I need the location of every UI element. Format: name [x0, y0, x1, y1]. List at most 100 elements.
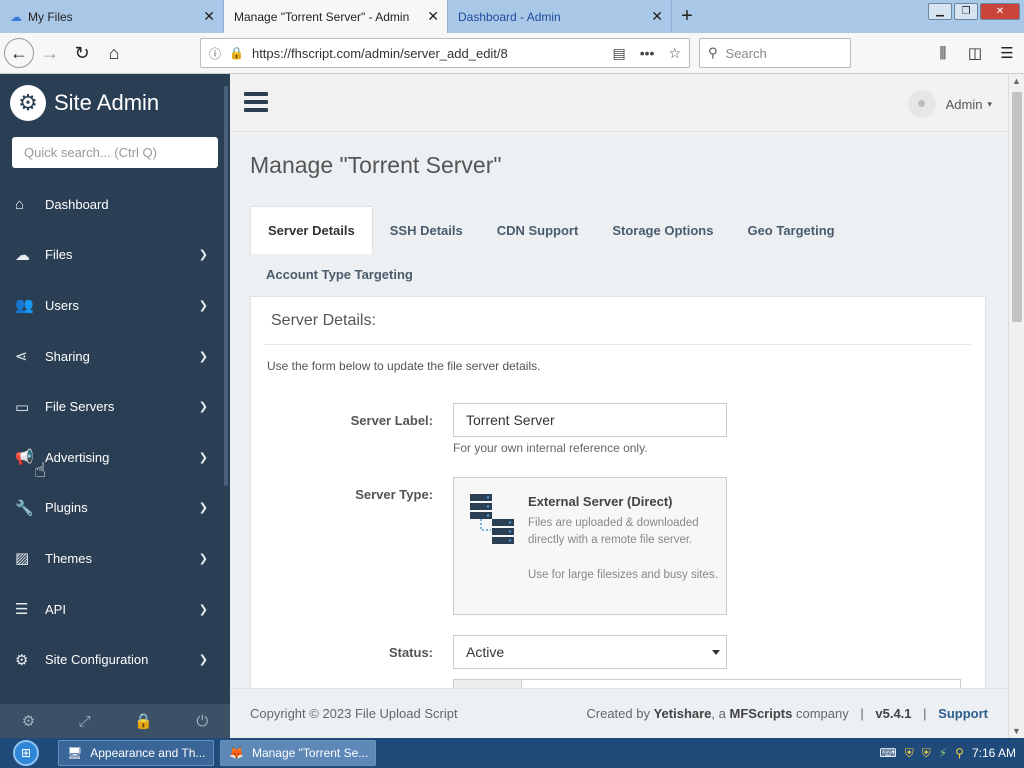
- tab-label: My Files: [28, 9, 73, 24]
- sidebar-scrollbar[interactable]: [224, 86, 228, 486]
- search-placeholder: Search: [725, 45, 767, 61]
- sidebar-item-label: API: [45, 601, 66, 617]
- lock-icon[interactable]: 🔒: [134, 712, 153, 730]
- browser-tab-my-files[interactable]: ☁ My Files ✕: [0, 0, 224, 33]
- sidebar-item-label: Sharing: [45, 348, 90, 364]
- browser-toolbar-right: ⫼ ◫ ☰: [932, 38, 1018, 68]
- window-close-icon[interactable]: ✕: [980, 3, 1020, 20]
- server-type-desc: Files are uploaded & downloaded directly…: [528, 517, 699, 546]
- tab-storage-options[interactable]: Storage Options: [595, 206, 730, 254]
- sidebar-item-site-configuration[interactable]: ⚙ Site Configuration ❯: [0, 634, 230, 685]
- os-taskbar: ⊞ 🖥 Appearance and Th... 🦊 Manage "Torre…: [0, 738, 1024, 768]
- search-icon[interactable]: ⚲: [955, 746, 964, 760]
- reader-view-icon[interactable]: ▤: [612, 45, 625, 62]
- tab-cdn-support[interactable]: CDN Support: [480, 206, 596, 254]
- brand[interactable]: ⚙ Site Admin: [0, 74, 230, 132]
- company-link[interactable]: MFScripts: [730, 706, 793, 721]
- clock: 7:16 AM: [971, 746, 1016, 760]
- forward-arrow-icon[interactable]: →: [34, 37, 66, 69]
- status-select[interactable]: Active: [453, 635, 727, 669]
- settings-gear-icon[interactable]: ⚙: [22, 712, 35, 730]
- sidebar-item-label: File Servers: [45, 399, 115, 415]
- quick-search-input[interactable]: Quick search... (Ctrl Q): [12, 137, 218, 168]
- brand-link[interactable]: Yetishare: [654, 706, 712, 721]
- browser-tab-manage-server[interactable]: Manage "Torrent Server" - Admin ✕: [224, 0, 448, 33]
- restore-icon[interactable]: ❐: [954, 3, 978, 20]
- chevron-down-icon: ❯: [198, 552, 208, 565]
- back-arrow-icon[interactable]: ←: [4, 38, 34, 68]
- shield-alert-icon[interactable]: ⛨: [922, 746, 931, 761]
- close-icon[interactable]: ✕: [651, 8, 663, 25]
- wrench-icon: 🔧: [15, 499, 34, 517]
- close-icon[interactable]: ✕: [427, 8, 439, 25]
- bookmark-star-icon[interactable]: ☆: [668, 45, 681, 62]
- chevron-down-icon: ❯: [198, 451, 208, 464]
- sidebar-item-plugins[interactable]: 🔧 Plugins ❯: [0, 483, 230, 534]
- share-icon: ⋖: [15, 348, 28, 366]
- chevron-down-icon: ❯: [198, 654, 208, 667]
- scroll-up-icon[interactable]: ▲: [1012, 76, 1021, 86]
- created-by: Created by: [586, 706, 650, 721]
- separator: |: [923, 706, 927, 721]
- server-label-input[interactable]: Torrent Server: [453, 403, 727, 437]
- sidebar-item-sharing[interactable]: ⋖ Sharing ❯: [0, 331, 230, 382]
- library-icon[interactable]: ⫼: [932, 38, 954, 68]
- sidebar-item-themes[interactable]: ▨ Themes ❯: [0, 533, 230, 584]
- mouse-cursor-icon: ☝: [34, 460, 47, 482]
- support-link[interactable]: Support: [938, 706, 988, 721]
- menu-toggle-icon[interactable]: [244, 92, 268, 112]
- sidebar-item-users[interactable]: 👥 Users ❯: [0, 280, 230, 331]
- sidebar-item-label: Advertising: [45, 449, 110, 465]
- start-button[interactable]: ⊞: [0, 738, 52, 768]
- url-text: https://fhscript.com/admin/server_add_ed…: [251, 45, 508, 61]
- sidebar-footer: ⚙ ⤢ 🔒 ⏻: [0, 704, 230, 738]
- network-icon[interactable]: ⚡: [939, 746, 947, 760]
- sidebar-item-file-servers[interactable]: ▭ File Servers ❯: [0, 381, 230, 432]
- tab-ssh-details[interactable]: SSH Details: [373, 206, 480, 254]
- user-menu[interactable]: ● Admin ▾: [907, 90, 992, 118]
- more-actions-icon[interactable]: •••: [640, 45, 655, 62]
- scroll-thumb[interactable]: [1012, 92, 1022, 322]
- tab-server-details[interactable]: Server Details: [250, 206, 373, 254]
- sidebar-toggle-icon[interactable]: ◫: [964, 38, 986, 68]
- database-icon: ☰: [15, 601, 29, 619]
- home-icon: ⌂: [15, 195, 25, 213]
- sidebar-item-label: Dashboard: [45, 196, 109, 212]
- tab-nav: Server Details SSH Details CDN Support S…: [250, 206, 986, 294]
- copyright: Copyright © 2023 File Upload Script: [250, 706, 458, 721]
- info-icon[interactable]: ⓘ: [209, 45, 221, 62]
- server-stack-icon: [470, 494, 514, 544]
- scroll-down-icon[interactable]: ▼: [1012, 726, 1021, 736]
- system-tray: ⌨ ⛨ ⛨ ⚡ ⚲ 7:16 AM: [879, 738, 1016, 768]
- minimize-icon[interactable]: ▁: [928, 3, 952, 20]
- taskbar-item-browser[interactable]: 🦊 Manage "Torrent Se...: [220, 740, 376, 766]
- sidebar-item-label: Users: [45, 297, 79, 313]
- server-type-title: External Server (Direct): [528, 494, 673, 509]
- tab-account-type-targeting[interactable]: Account Type Targeting: [250, 254, 986, 294]
- home-icon[interactable]: ⌂: [98, 37, 130, 69]
- shield-icon[interactable]: ⛨: [905, 746, 914, 761]
- browser-tab-bar: ☁ My Files ✕ Manage "Torrent Server" - A…: [0, 0, 1024, 33]
- browser-search-input[interactable]: ⚲ Search: [699, 38, 851, 68]
- fullscreen-icon[interactable]: ⤢: [79, 713, 91, 730]
- server-type-desc-2: Use for large filesizes and busy sites.: [528, 569, 718, 581]
- tab-geo-targeting[interactable]: Geo Targeting: [730, 206, 851, 254]
- hamburger-menu-icon[interactable]: ☰: [996, 38, 1018, 68]
- keyboard-icon[interactable]: ⌨: [879, 746, 896, 760]
- sidebar-item-api[interactable]: ☰ API ❯: [0, 584, 230, 635]
- page-scrollbar[interactable]: ▲ ▼: [1008, 74, 1024, 738]
- server-type-option-external-direct[interactable]: External Server (Direct) Files are uploa…: [453, 477, 727, 615]
- sidebar-item-dashboard[interactable]: ⌂ Dashboard: [0, 179, 230, 230]
- power-icon[interactable]: ⏻: [196, 713, 208, 730]
- url-bar[interactable]: ⓘ 🔒 https://fhscript.com/admin/server_ad…: [200, 38, 690, 68]
- search-icon: ⚲: [708, 45, 718, 60]
- close-icon[interactable]: ✕: [203, 8, 215, 25]
- reload-icon[interactable]: ↻: [66, 37, 98, 69]
- footer-credits: Created by Yetishare, a MFScripts compan…: [586, 706, 988, 721]
- users-icon: 👥: [15, 297, 34, 315]
- browser-tab-dashboard[interactable]: Dashboard - Admin ✕: [448, 0, 672, 33]
- tab-label: Dashboard - Admin: [458, 9, 561, 24]
- sidebar-item-files[interactable]: ☁ Files ❯: [0, 230, 230, 281]
- taskbar-item-appearance[interactable]: 🖥 Appearance and Th...: [58, 740, 214, 766]
- new-tab-button[interactable]: +: [672, 0, 702, 33]
